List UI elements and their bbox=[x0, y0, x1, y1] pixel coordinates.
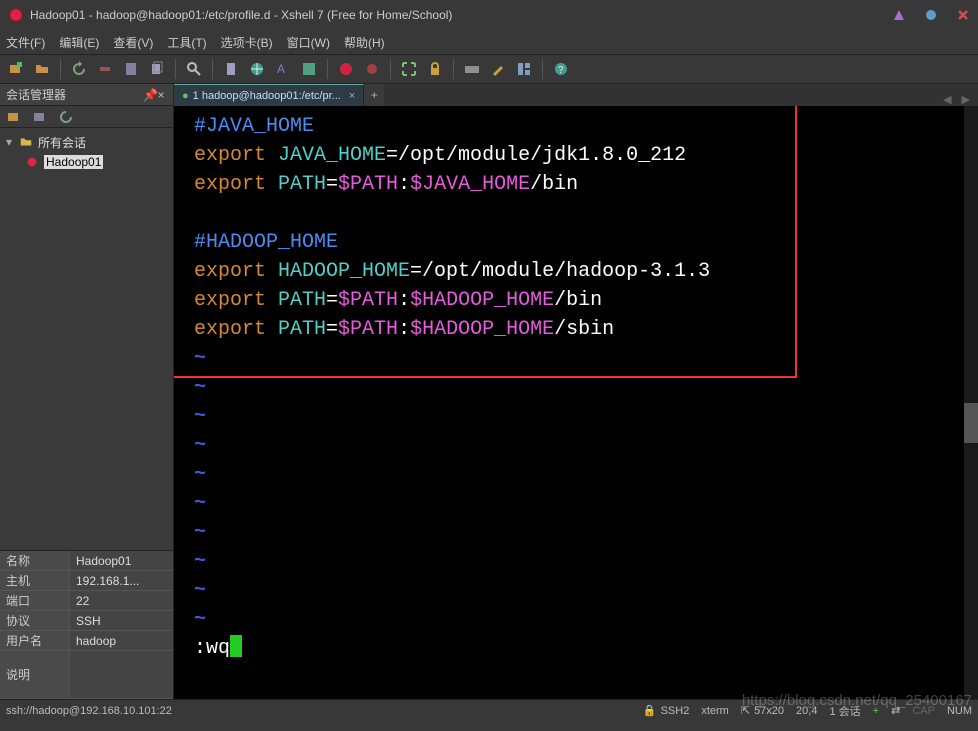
window-buttons bbox=[892, 8, 970, 22]
status-plus[interactable]: + bbox=[873, 705, 879, 717]
lock-icon[interactable] bbox=[425, 59, 445, 79]
lock-small-icon: 🔒 bbox=[643, 704, 657, 717]
cursor bbox=[230, 635, 242, 657]
prop-name-row: 名称Hadoop01 bbox=[0, 551, 173, 571]
font-icon[interactable]: A bbox=[273, 59, 293, 79]
new-tab-button[interactable]: + bbox=[364, 84, 384, 106]
tree-root[interactable]: ▾ 所有会话 bbox=[2, 132, 171, 152]
toolbar: A ? bbox=[0, 54, 978, 84]
keyboard-icon[interactable] bbox=[462, 59, 482, 79]
session-manager-panel: 会话管理器 📌 × ▾ 所有会话 Hadoop01 名称Hadoop01 主机1… bbox=[0, 84, 174, 699]
status-bar: ssh://hadoop@192.168.10.101:22 🔒SSH2 xte… bbox=[0, 699, 978, 721]
status-sessions: 1 会话 bbox=[829, 703, 860, 719]
prop-desc-row: 说明 bbox=[0, 651, 173, 699]
panel-close-icon[interactable]: × bbox=[155, 88, 167, 102]
panel-header: 会话管理器 📌 × bbox=[0, 84, 173, 106]
menu-view[interactable]: 查看(V) bbox=[113, 34, 153, 51]
script-icon[interactable] bbox=[336, 59, 356, 79]
color-icon[interactable] bbox=[299, 59, 319, 79]
disconnect-icon[interactable] bbox=[95, 59, 115, 79]
record-icon[interactable] bbox=[362, 59, 382, 79]
prop-user-row: 用户名hadoop bbox=[0, 631, 173, 651]
new-session-icon[interactable] bbox=[6, 59, 26, 79]
svg-text:A: A bbox=[277, 62, 285, 76]
tab-next-icon[interactable]: ▶ bbox=[962, 93, 970, 106]
properties-table: 名称Hadoop01 主机192.168.1... 端口22 协议SSH 用户名… bbox=[0, 550, 173, 699]
pin-icon[interactable]: 📌 bbox=[143, 88, 155, 102]
help-icon[interactable]: ? bbox=[551, 59, 571, 79]
highlight-icon[interactable] bbox=[488, 59, 508, 79]
collapse-icon[interactable]: ▾ bbox=[6, 135, 18, 149]
menubar: 文件(F) 编辑(E) 查看(V) 工具(T) 选项卡(B) 窗口(W) 帮助(… bbox=[0, 30, 978, 54]
status-size: ⇱57x20 bbox=[741, 704, 784, 717]
prop-port-row: 端口22 bbox=[0, 591, 173, 611]
prop-proto-row: 协议SSH bbox=[0, 611, 173, 631]
terminal[interactable]: #JAVA_HOME export JAVA_HOME=/opt/module/… bbox=[174, 106, 978, 699]
status-num: NUM bbox=[947, 705, 972, 717]
panel-new-icon[interactable] bbox=[4, 107, 24, 127]
open-icon[interactable] bbox=[32, 59, 52, 79]
tab-close-icon[interactable]: × bbox=[349, 90, 355, 102]
window-title: Hadoop01 - hadoop@hadoop01:/etc/profile.… bbox=[30, 8, 892, 22]
panel-refresh-icon[interactable] bbox=[56, 107, 76, 127]
tab-prev-icon[interactable]: ◀ bbox=[943, 93, 951, 106]
menu-file[interactable]: 文件(F) bbox=[6, 34, 45, 51]
dim-icon: ⇱ bbox=[741, 704, 750, 717]
menu-tab[interactable]: 选项卡(B) bbox=[221, 34, 273, 51]
maximize-icon[interactable] bbox=[924, 8, 938, 22]
menu-edit[interactable]: 编辑(E) bbox=[59, 34, 99, 51]
status-cap: CAP bbox=[912, 705, 935, 717]
session-icon bbox=[24, 155, 40, 169]
content-area: ● 1 hadoop@hadoop01:/etc/pr... × + ◀ ▶ #… bbox=[174, 84, 978, 699]
folder-icon bbox=[18, 135, 34, 149]
scrollbar[interactable] bbox=[964, 106, 978, 699]
menu-help[interactable]: 帮助(H) bbox=[344, 34, 385, 51]
find-icon[interactable] bbox=[184, 59, 204, 79]
tab-label: 1 hadoop@hadoop01:/etc/pr... bbox=[193, 90, 341, 102]
reconnect-icon[interactable] bbox=[69, 59, 89, 79]
tree-root-label: 所有会话 bbox=[38, 134, 86, 151]
panel-edit-icon[interactable] bbox=[30, 107, 50, 127]
menu-window[interactable]: 窗口(W) bbox=[287, 34, 330, 51]
tree-session-item[interactable]: Hadoop01 bbox=[2, 152, 171, 172]
app-icon bbox=[8, 7, 24, 23]
tab-status-icon: ● bbox=[182, 90, 189, 102]
tab-nav: ◀ ▶ bbox=[938, 93, 978, 106]
svg-text:?: ? bbox=[558, 65, 564, 76]
titlebar: Hadoop01 - hadoop@hadoop01:/etc/profile.… bbox=[0, 0, 978, 30]
copy-icon[interactable] bbox=[147, 59, 167, 79]
status-conn: ssh://hadoop@192.168.10.101:22 bbox=[6, 705, 172, 717]
status-term: xterm bbox=[701, 705, 729, 717]
terminal-tab[interactable]: ● 1 hadoop@hadoop01:/etc/pr... × bbox=[174, 84, 364, 106]
menu-tools[interactable]: 工具(T) bbox=[167, 34, 206, 51]
prop-host-row: 主机192.168.1... bbox=[0, 571, 173, 591]
layout-icon[interactable] bbox=[514, 59, 534, 79]
tab-bar: ● 1 hadoop@hadoop01:/etc/pr... × + ◀ ▶ bbox=[174, 84, 978, 106]
panel-toolbar bbox=[0, 106, 173, 128]
close-icon[interactable] bbox=[956, 8, 970, 22]
fullscreen-icon[interactable] bbox=[399, 59, 419, 79]
status-transfer-icon: ⇄ bbox=[891, 704, 900, 717]
panel-title: 会话管理器 bbox=[6, 86, 66, 103]
tree-session-label: Hadoop01 bbox=[44, 155, 103, 169]
minimize-icon[interactable] bbox=[892, 8, 906, 22]
properties-icon[interactable] bbox=[121, 59, 141, 79]
globe-icon[interactable] bbox=[247, 59, 267, 79]
status-ssh: 🔒SSH2 bbox=[643, 704, 689, 717]
paste-icon[interactable] bbox=[221, 59, 241, 79]
status-pos: 20,4 bbox=[796, 705, 817, 717]
session-tree: ▾ 所有会话 Hadoop01 bbox=[0, 128, 173, 550]
